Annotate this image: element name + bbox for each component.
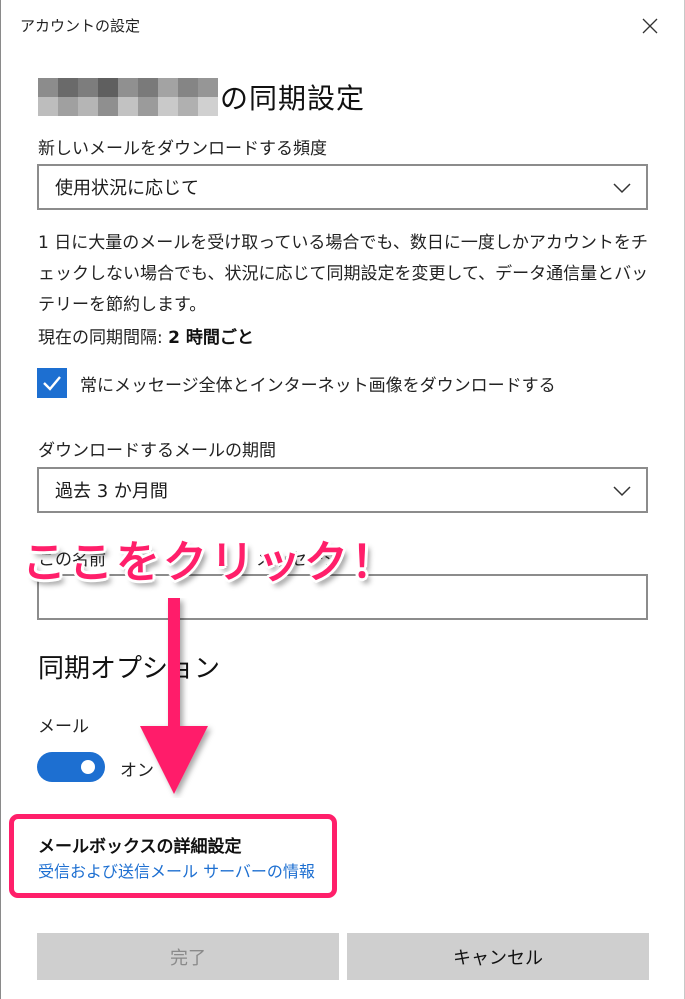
checkmark-icon: [43, 376, 61, 391]
mosaic-cell: [58, 78, 78, 97]
advanced-settings-link[interactable]: 受信および送信メール サーバーの情報: [38, 858, 315, 882]
mosaic-cell: [78, 97, 98, 116]
page-heading: の同期設定: [38, 78, 365, 116]
interval-value: 2 時間ごと: [168, 328, 254, 348]
mosaic-cell: [38, 97, 58, 116]
mosaic-cell: [158, 78, 178, 97]
period-select[interactable]: 過去 3 か月間: [37, 467, 648, 513]
close-icon: [642, 18, 658, 34]
mosaic-cell: [198, 78, 218, 97]
interval-prefix: 現在の同期間隔:: [38, 328, 169, 348]
annotation-arrow-icon: [140, 598, 208, 794]
window-title: アカウントの設定: [20, 17, 141, 35]
mosaic-cell: [118, 97, 138, 116]
mosaic-cell: [58, 97, 78, 116]
chevron-down-icon: [613, 486, 631, 497]
mosaic-cell: [98, 97, 118, 116]
mosaic-cell: [198, 97, 218, 116]
chevron-down-icon: [613, 183, 631, 194]
window-border-left: [0, 0, 1, 999]
mosaic-cell: [178, 78, 198, 97]
mosaic-cell: [138, 97, 158, 116]
mail-toggle-label: メール: [38, 717, 89, 737]
frequency-label: 新しいメールをダウンロードする頻度: [38, 139, 327, 159]
frequency-description: 1 日に大量のメールを受け取っている場合でも、数日に一度しかアカウントをチェック…: [38, 233, 649, 315]
toggle-knob: [81, 760, 95, 774]
download-full-checkbox[interactable]: [37, 368, 67, 398]
mosaic-cell: [178, 97, 198, 116]
mosaic-cell: [118, 78, 138, 97]
period-label: ダウンロードするメールの期間: [38, 441, 276, 461]
sync-interval: 現在の同期間隔: 2 時間ごと: [38, 323, 254, 348]
annotation-callout: ここをクリック！: [22, 537, 398, 588]
done-button[interactable]: 完了: [37, 933, 339, 980]
advanced-settings-title: メールボックスの詳細設定: [38, 837, 242, 857]
mosaic-cell: [98, 78, 118, 97]
mosaic-cell: [38, 78, 58, 97]
mosaic-cell: [78, 78, 98, 97]
period-selected-value: 過去 3 か月間: [55, 481, 168, 502]
cancel-button[interactable]: キャンセル: [347, 933, 649, 980]
account-name-mosaic: [38, 78, 218, 116]
download-full-label: 常にメッセージ全体とインターネット画像をダウンロードする: [80, 376, 556, 396]
frequency-select[interactable]: 使用状況に応じて: [37, 164, 648, 210]
mosaic-cell: [158, 97, 178, 116]
heading-suffix: の同期設定: [220, 82, 366, 115]
frequency-selected-value: 使用状況に応じて: [55, 178, 199, 199]
mosaic-cell: [138, 78, 158, 97]
close-button[interactable]: [630, 8, 670, 44]
mail-toggle[interactable]: [37, 752, 105, 782]
